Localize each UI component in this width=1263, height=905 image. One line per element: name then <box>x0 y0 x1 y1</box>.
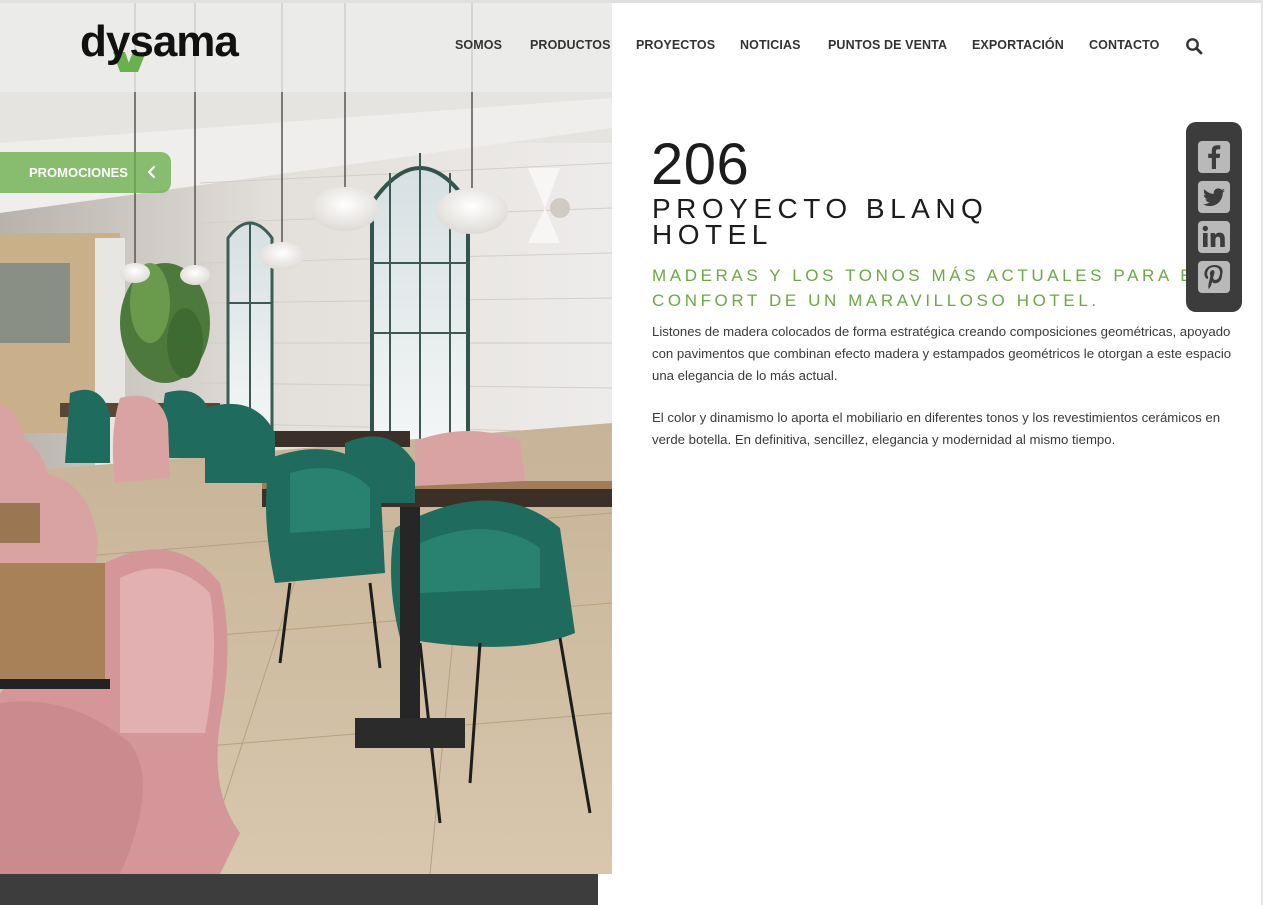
linkedin-icon <box>1202 225 1225 247</box>
twitter-share-button[interactable] <box>1198 181 1230 213</box>
project-title: PROYECTO BLANQ HOTEL <box>652 195 1052 250</box>
project-subtitle-line2: CONFORT DE UN MARAVILLOSO HOTEL. <box>652 291 1100 310</box>
pinterest-share-button[interactable] <box>1198 261 1230 293</box>
project-subtitle-line1: MADERAS Y LOS TONOS MÁS ACTUALES PARA EL <box>652 266 1209 285</box>
description-paragraph-2: El color y dinamismo lo aporta el mobili… <box>652 410 1221 447</box>
project-subtitle: MADERAS Y LOS TONOS MÁS ACTUALES PARA EL… <box>652 263 1209 313</box>
promociones-label: PROMOCIONES <box>29 165 128 180</box>
search-icon[interactable] <box>1185 37 1203 55</box>
facebook-icon <box>1208 145 1221 169</box>
footer-bar <box>0 874 598 905</box>
nav-contacto[interactable]: CONTACTO <box>1089 38 1159 52</box>
description-paragraph-1: Listones de madera colocados de forma es… <box>652 324 1232 383</box>
project-number: 206 <box>651 132 750 197</box>
twitter-icon <box>1203 188 1225 207</box>
promociones-tab[interactable]: PROMOCIONES <box>0 152 171 193</box>
pinterest-icon <box>1204 265 1223 290</box>
nav-exportacion[interactable]: EXPORTACIÓN <box>972 38 1064 52</box>
project-hero-image <box>0 3 612 874</box>
nav-puntos-de-venta[interactable]: PUNTOS DE VENTA <box>828 38 947 52</box>
social-share-panel <box>1186 122 1242 312</box>
nav-productos[interactable]: PRODUCTOS <box>530 38 611 52</box>
nav-noticias[interactable]: NOTICIAS <box>740 38 801 52</box>
nav-somos[interactable]: SOMOS <box>455 38 502 52</box>
facebook-share-button[interactable] <box>1198 141 1230 173</box>
main-navigation: SOMOS PRODUCTOS PROYECTOS NOTICIAS PUNTO… <box>0 38 1263 58</box>
chevron-left-icon <box>146 164 158 180</box>
project-title-line2: HOTEL <box>652 219 773 250</box>
linkedin-share-button[interactable] <box>1198 221 1230 253</box>
nav-proyectos[interactable]: PROYECTOS <box>636 38 715 52</box>
restaurant-photo <box>0 3 612 874</box>
project-description: Listones de madera colocados de forma es… <box>652 321 1232 451</box>
